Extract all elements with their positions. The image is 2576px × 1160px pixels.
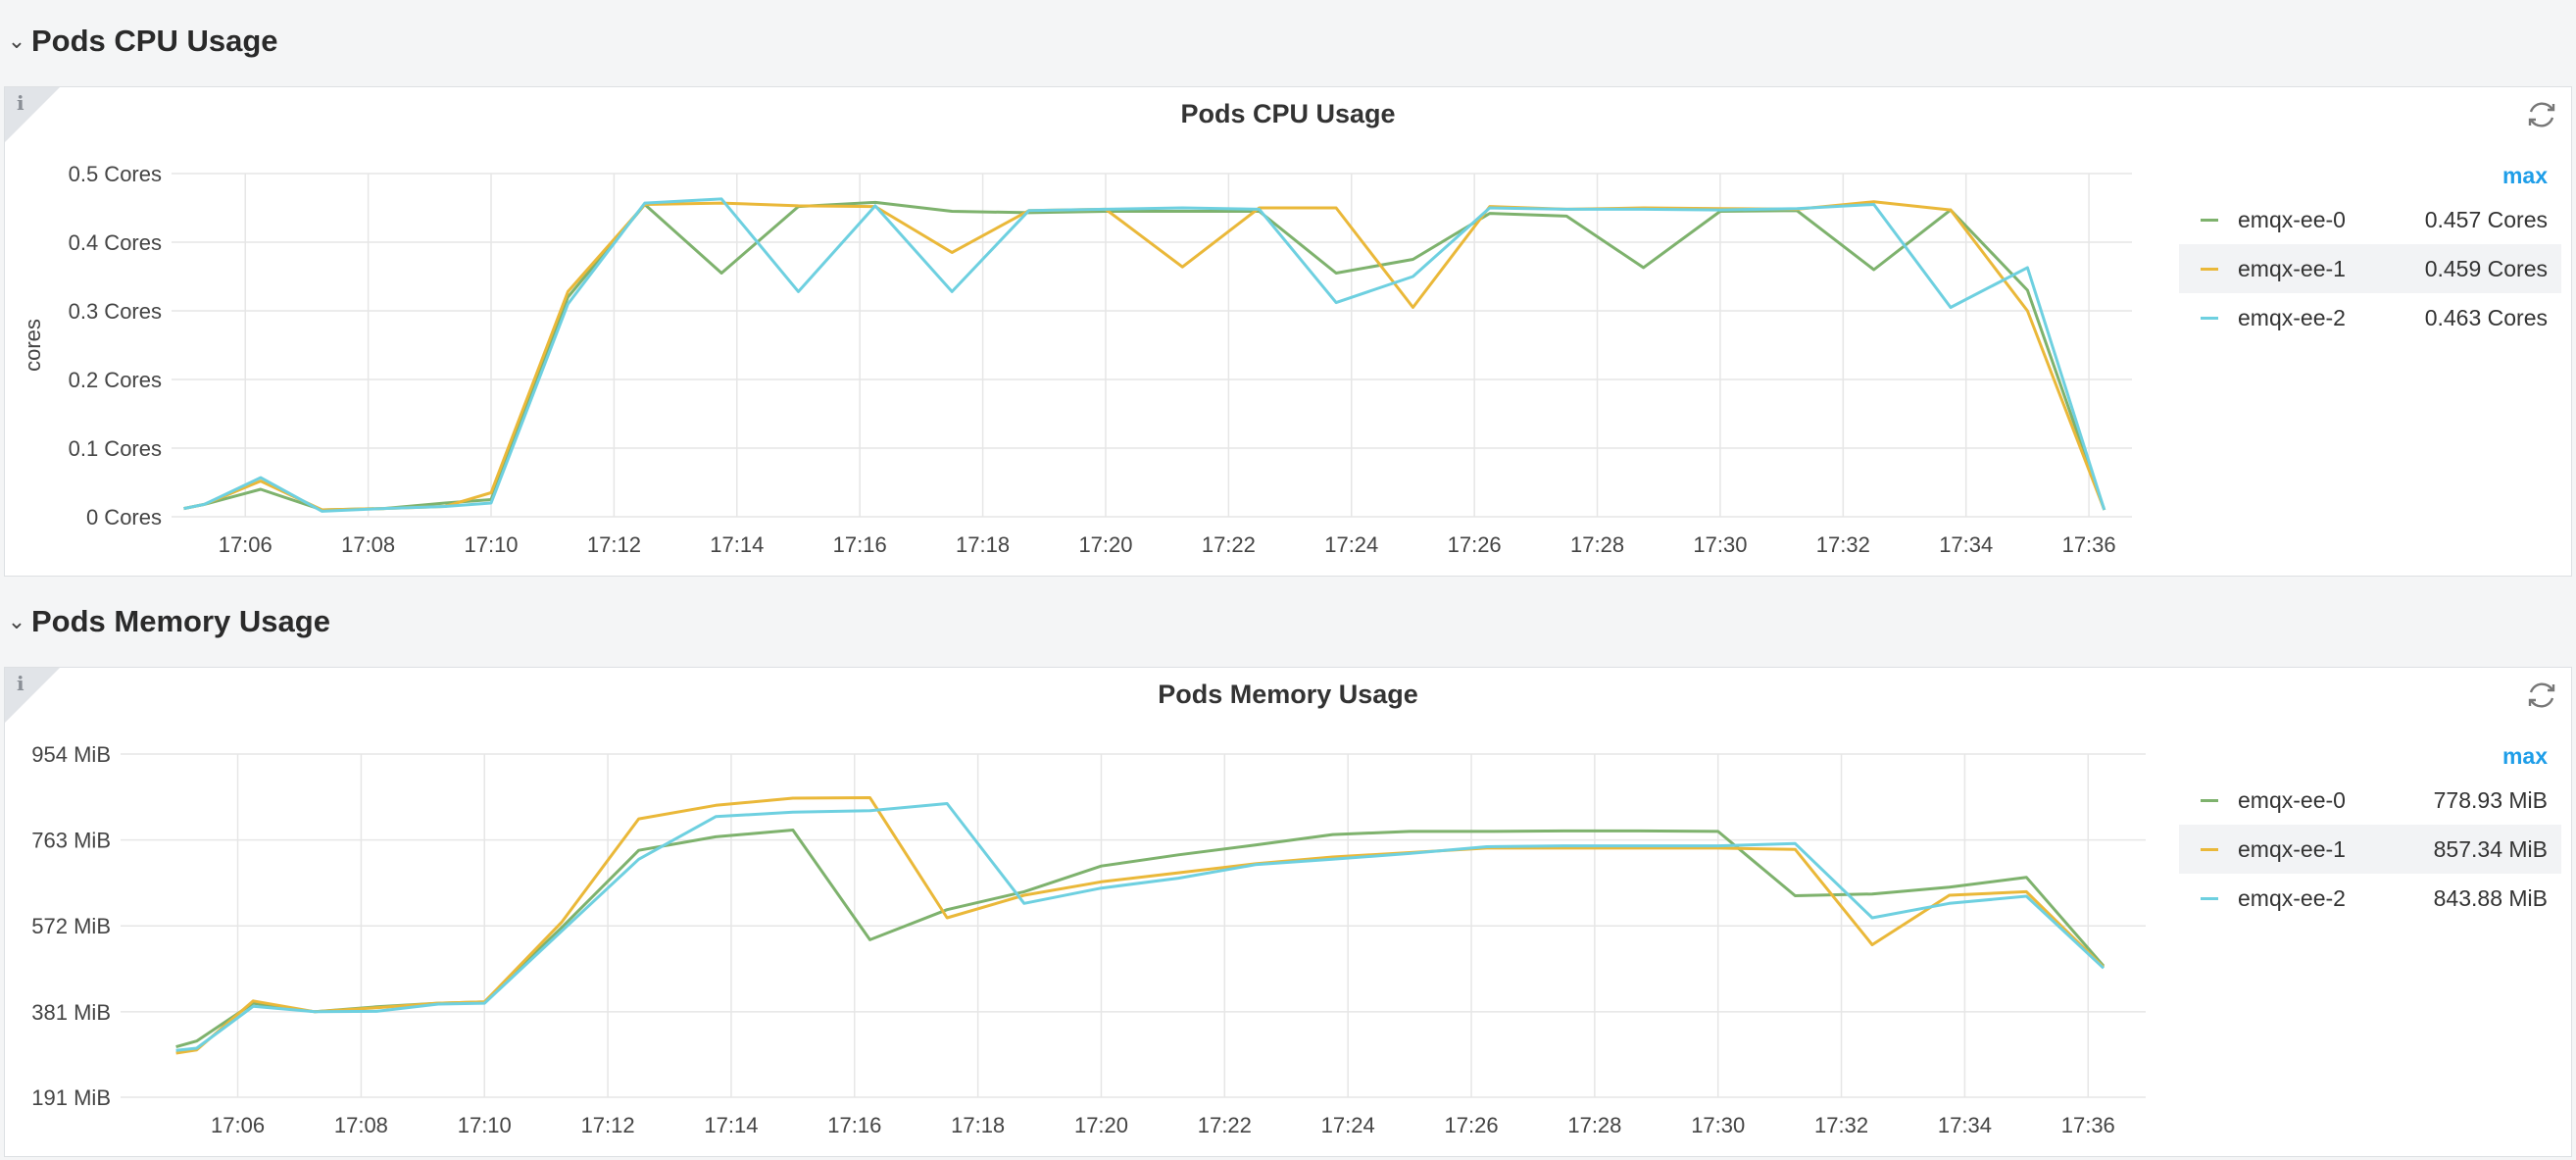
series-line-emqx-ee-0 — [183, 200, 2106, 512]
y-tick-label: 0 Cores — [86, 505, 162, 530]
legend-max-value: 0.459 Cores — [2424, 255, 2548, 281]
y-tick-label: 763 MiB — [31, 829, 111, 853]
memory-chart: 191 MiB 381 MiB 572 MiB 763 MiB 954 MiB 17:06… — [31, 742, 2146, 1137]
legend-swatch — [2201, 267, 2218, 271]
panel-cpu-usage: i Pods CPU Usage 0 Cores 0.1 Cores 0.2 Cor… — [4, 86, 2572, 577]
legend-name: emqx-ee-2 — [2238, 304, 2346, 330]
x-tick-label: 17:20 — [1074, 1113, 1128, 1137]
legend-item-emqx-ee-1[interactable]: emqx-ee-1 857.34 MiB — [2179, 825, 2561, 874]
x-tick-label: 17:34 — [1938, 1113, 1992, 1137]
legend-item-emqx-ee-0[interactable]: emqx-ee-0 0.457 Cores — [2179, 195, 2561, 244]
x-tick-label: 17:12 — [581, 1113, 635, 1137]
row-title: Pods CPU Usage — [31, 24, 278, 58]
y-tick-label: 0.1 Cores — [69, 436, 162, 461]
refresh-icon[interactable] — [2522, 676, 2561, 715]
refresh-icon[interactable] — [2522, 95, 2561, 134]
legend-max-header[interactable]: max — [2179, 156, 2561, 195]
legend-max-header[interactable]: max — [2179, 736, 2561, 776]
x-tick-label: 17:18 — [951, 1113, 1005, 1137]
x-tick-label: 17:30 — [1691, 1113, 1745, 1137]
legend-max-value: 778.93 MiB — [2433, 786, 2548, 813]
x-tick-label: 17:30 — [1693, 532, 1747, 557]
legend-item-emqx-ee-1[interactable]: emqx-ee-1 0.459 Cores — [2179, 244, 2561, 293]
legend-item-emqx-ee-0[interactable]: emqx-ee-0 778.93 MiB — [2179, 776, 2561, 825]
x-tick-label: 17:26 — [1448, 532, 1502, 557]
x-tick-label: 17:36 — [2061, 1113, 2115, 1137]
x-tick-label: 17:14 — [710, 532, 764, 557]
panel-memory-usage: i Pods Memory Usage 191 MiB 381 MiB 572 Mi… — [4, 667, 2572, 1157]
x-tick-label: 17:20 — [1078, 532, 1132, 557]
legend-swatch — [2201, 847, 2218, 851]
legend-max-value: 0.463 Cores — [2424, 304, 2548, 330]
series-line-emqx-ee-2 — [183, 197, 2106, 513]
x-tick-label: 17:28 — [1567, 1113, 1621, 1137]
x-tick-label: 17:10 — [464, 532, 518, 557]
legend-max-value: 843.88 MiB — [2433, 884, 2548, 911]
x-tick-label: 17:22 — [1198, 1113, 1252, 1137]
x-tick-label: 17:18 — [956, 532, 1010, 557]
legend-swatch — [2201, 798, 2218, 802]
x-tick-label: 17:22 — [1202, 532, 1256, 557]
x-tick-label: 17:08 — [334, 1113, 388, 1137]
x-tick-label: 17:26 — [1445, 1113, 1499, 1137]
y-axis-label: cores — [21, 319, 45, 372]
row-header-cpu[interactable]: ⌄ Pods CPU Usage — [0, 12, 2576, 71]
chevron-down-icon[interactable]: ⌄ — [2, 609, 31, 634]
x-tick-label: 17:06 — [211, 1113, 265, 1137]
row-header-memory[interactable]: ⌄ Pods Memory Usage — [0, 592, 2576, 651]
y-tick-label: 572 MiB — [31, 914, 111, 938]
legend-name: emqx-ee-0 — [2238, 206, 2346, 232]
legend-item-emqx-ee-2[interactable]: emqx-ee-2 843.88 MiB — [2179, 874, 2561, 923]
x-tick-label: 17:24 — [1324, 532, 1378, 557]
legend-item-emqx-ee-2[interactable]: emqx-ee-2 0.463 Cores — [2179, 293, 2561, 342]
y-tick-label: 954 MiB — [31, 742, 111, 767]
x-tick-label: 17:32 — [1816, 532, 1870, 557]
legend-swatch — [2201, 218, 2218, 222]
x-tick-label: 17:34 — [1939, 532, 1993, 557]
legend-name: emqx-ee-1 — [2238, 835, 2346, 862]
x-tick-label: 17:16 — [833, 532, 887, 557]
x-tick-label: 17:24 — [1321, 1113, 1375, 1137]
chevron-down-icon[interactable]: ⌄ — [2, 28, 31, 54]
y-tick-label: 381 MiB — [31, 1000, 111, 1025]
y-tick-label: 0.4 Cores — [69, 230, 162, 255]
legend-max-value: 857.34 MiB — [2433, 835, 2548, 862]
cpu-chart: 0 Cores 0.1 Cores 0.2 Cores 0.3 Cores 0.4 Co… — [21, 162, 2132, 557]
series-line-emqx-ee-1 — [183, 200, 2106, 512]
x-tick-label: 17:10 — [458, 1113, 512, 1137]
legend-memory: max emqx-ee-0 778.93 MiB emqx-ee-1 857.3… — [2179, 736, 2561, 923]
legend-cpu: max emqx-ee-0 0.457 Cores emqx-ee-1 0.45… — [2179, 156, 2561, 342]
row-title: Pods Memory Usage — [31, 604, 330, 638]
y-tick-label: 0.5 Cores — [69, 162, 162, 186]
x-tick-label: 17:12 — [587, 532, 641, 557]
legend-swatch — [2201, 896, 2218, 900]
x-tick-label: 17:06 — [219, 532, 272, 557]
x-tick-label: 17:16 — [827, 1113, 881, 1137]
legend-name: emqx-ee-1 — [2238, 255, 2346, 281]
x-tick-label: 17:36 — [2062, 532, 2116, 557]
y-tick-label: 191 MiB — [31, 1085, 111, 1110]
legend-swatch — [2201, 316, 2218, 320]
legend-name: emqx-ee-0 — [2238, 786, 2346, 813]
legend-max-value: 0.457 Cores — [2424, 206, 2548, 232]
x-tick-label: 17:28 — [1570, 532, 1624, 557]
y-tick-label: 0.2 Cores — [69, 368, 162, 392]
x-tick-label: 17:32 — [1814, 1113, 1868, 1137]
legend-name: emqx-ee-2 — [2238, 884, 2346, 911]
y-tick-label: 0.3 Cores — [69, 299, 162, 324]
x-tick-label: 17:08 — [341, 532, 395, 557]
x-tick-label: 17:14 — [704, 1113, 758, 1137]
